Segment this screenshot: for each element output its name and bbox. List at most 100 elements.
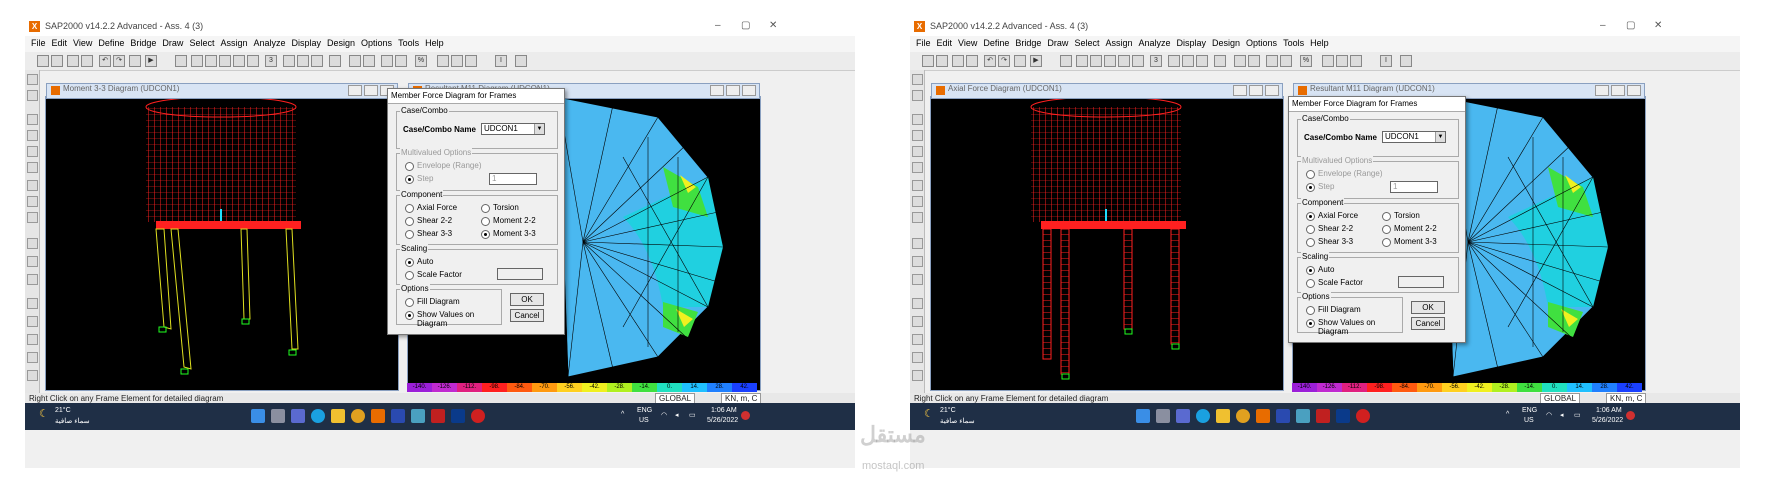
moment-2-2-radio[interactable] bbox=[481, 217, 490, 226]
recorder-icon[interactable] bbox=[1356, 409, 1370, 423]
volume-icon[interactable]: ◂ bbox=[675, 411, 679, 419]
panel-close-button[interactable] bbox=[1627, 85, 1641, 96]
menu-options[interactable]: Options bbox=[361, 38, 392, 48]
draw-frame-icon[interactable] bbox=[27, 114, 38, 125]
zoom-icon[interactable] bbox=[175, 55, 187, 67]
language-label[interactable]: ENG bbox=[1522, 407, 1537, 414]
step-radio[interactable] bbox=[1306, 183, 1315, 192]
rotate-icon[interactable] bbox=[329, 55, 341, 67]
panel-minimize-button[interactable] bbox=[1233, 85, 1247, 96]
pointer-icon[interactable] bbox=[912, 74, 923, 85]
open-icon[interactable] bbox=[936, 55, 948, 67]
menu-help[interactable]: Help bbox=[1310, 38, 1329, 48]
menu-options[interactable]: Options bbox=[1246, 38, 1277, 48]
torsion-radio[interactable] bbox=[1382, 212, 1391, 221]
redo-icon[interactable]: ↷ bbox=[998, 55, 1010, 67]
display-options-icon[interactable] bbox=[395, 55, 407, 67]
draw-solid-icon[interactable] bbox=[912, 212, 923, 223]
snap-icon[interactable] bbox=[27, 316, 38, 327]
draw-poly-icon[interactable] bbox=[27, 180, 38, 191]
xy-view-icon[interactable] bbox=[283, 55, 295, 67]
case-combo-select[interactable]: UDCON1 ▼ bbox=[1382, 131, 1446, 143]
yz-view-icon[interactable] bbox=[311, 55, 323, 67]
display-options-icon[interactable] bbox=[1280, 55, 1292, 67]
file-explorer-icon[interactable] bbox=[331, 409, 345, 423]
new-model-icon[interactable] bbox=[922, 55, 934, 67]
menu-assign[interactable]: Assign bbox=[220, 38, 247, 48]
menu-define[interactable]: Define bbox=[983, 38, 1009, 48]
ok-button[interactable]: OK bbox=[510, 293, 544, 306]
photoshop-icon[interactable] bbox=[451, 409, 465, 423]
panel-maximize-button[interactable] bbox=[1611, 85, 1625, 96]
moment-3-3-radio[interactable] bbox=[1382, 238, 1391, 247]
axial-force-diagram-panel[interactable]: Axial Force Diagram (UDCON1) bbox=[930, 83, 1284, 391]
yz-view-icon[interactable] bbox=[1196, 55, 1208, 67]
get-previous-icon[interactable] bbox=[912, 256, 923, 267]
axial-force-radio[interactable] bbox=[405, 204, 414, 213]
sap2000-taskbar-icon[interactable] bbox=[371, 409, 385, 423]
menu-edit[interactable]: Edit bbox=[52, 38, 68, 48]
photoshop-icon[interactable] bbox=[1336, 409, 1350, 423]
search-icon[interactable] bbox=[271, 409, 285, 423]
chevron-up-icon[interactable]: ^ bbox=[621, 411, 624, 418]
moment-3-3-diagram-panel[interactable]: Moment 3-3 Diagram (UDCON1) bbox=[45, 83, 399, 391]
recorder-icon[interactable] bbox=[471, 409, 485, 423]
run-analysis-icon[interactable]: ▶ bbox=[1030, 55, 1042, 67]
snap-icon[interactable] bbox=[912, 316, 923, 327]
save-icon[interactable] bbox=[952, 55, 964, 67]
snap-line-icon[interactable] bbox=[27, 352, 38, 363]
reshape-icon[interactable] bbox=[912, 90, 923, 101]
save-icon[interactable] bbox=[67, 55, 79, 67]
shear-2-2-radio[interactable] bbox=[405, 217, 414, 226]
clock-date[interactable]: 5/26/2022 bbox=[1592, 417, 1623, 424]
move-up-icon[interactable] bbox=[349, 55, 361, 67]
reshape-icon[interactable] bbox=[27, 90, 38, 101]
draw-frame-icon[interactable] bbox=[912, 114, 923, 125]
ok-button[interactable]: OK bbox=[1411, 301, 1445, 314]
menu-design[interactable]: Design bbox=[1212, 38, 1240, 48]
zoom-out-icon[interactable] bbox=[1090, 55, 1102, 67]
get-previous-icon[interactable] bbox=[27, 256, 38, 267]
wifi-icon[interactable]: ◠ bbox=[1546, 411, 1552, 419]
menu-select[interactable]: Select bbox=[189, 38, 214, 48]
draw-rect-icon[interactable] bbox=[27, 196, 38, 207]
new-model-icon[interactable] bbox=[37, 55, 49, 67]
intersect-icon[interactable] bbox=[27, 298, 38, 309]
maximize-button[interactable]: ▢ bbox=[1626, 20, 1635, 31]
move-down-icon[interactable] bbox=[363, 55, 375, 67]
draw-area-icon[interactable] bbox=[27, 162, 38, 173]
notification-badge[interactable] bbox=[1626, 411, 1635, 420]
print-icon[interactable] bbox=[966, 55, 978, 67]
app-icon[interactable] bbox=[1296, 409, 1310, 423]
battery-icon[interactable]: ▭ bbox=[689, 411, 696, 419]
show-values-radio[interactable] bbox=[405, 311, 414, 320]
wifi-icon[interactable]: ◠ bbox=[661, 411, 667, 419]
undo-icon[interactable]: ↶ bbox=[99, 55, 111, 67]
window-icon[interactable] bbox=[1400, 55, 1412, 67]
lock-icon[interactable] bbox=[1014, 55, 1026, 67]
step-input[interactable]: 1 bbox=[1390, 181, 1438, 193]
envelope-radio[interactable] bbox=[405, 162, 414, 171]
sap2000-taskbar-icon[interactable] bbox=[1256, 409, 1270, 423]
shear-3-3-radio[interactable] bbox=[405, 230, 414, 239]
menu-edit[interactable]: Edit bbox=[937, 38, 953, 48]
menu-display[interactable]: Display bbox=[1177, 38, 1207, 48]
scale-factor-input[interactable] bbox=[1398, 276, 1444, 288]
beam-icon[interactable] bbox=[451, 55, 463, 67]
clear-selection-icon[interactable] bbox=[912, 274, 923, 285]
xz-view-icon[interactable] bbox=[1182, 55, 1194, 67]
select-all-icon[interactable] bbox=[912, 238, 923, 249]
close-button[interactable]: ✕ bbox=[1654, 20, 1662, 31]
draw-link-icon[interactable] bbox=[912, 146, 923, 157]
snap-mid-icon[interactable] bbox=[912, 370, 923, 381]
scale-factor-radio[interactable] bbox=[1306, 279, 1315, 288]
notification-badge[interactable] bbox=[741, 411, 750, 420]
rotate-icon[interactable] bbox=[1214, 55, 1226, 67]
snap-point-icon[interactable] bbox=[27, 334, 38, 345]
scale-factor-input[interactable] bbox=[497, 268, 543, 280]
menu-draw[interactable]: Draw bbox=[1047, 38, 1068, 48]
panel-maximize-button[interactable] bbox=[726, 85, 740, 96]
panel-close-button[interactable] bbox=[1265, 85, 1279, 96]
menu-design[interactable]: Design bbox=[327, 38, 355, 48]
menu-bridge[interactable]: Bridge bbox=[1015, 38, 1041, 48]
